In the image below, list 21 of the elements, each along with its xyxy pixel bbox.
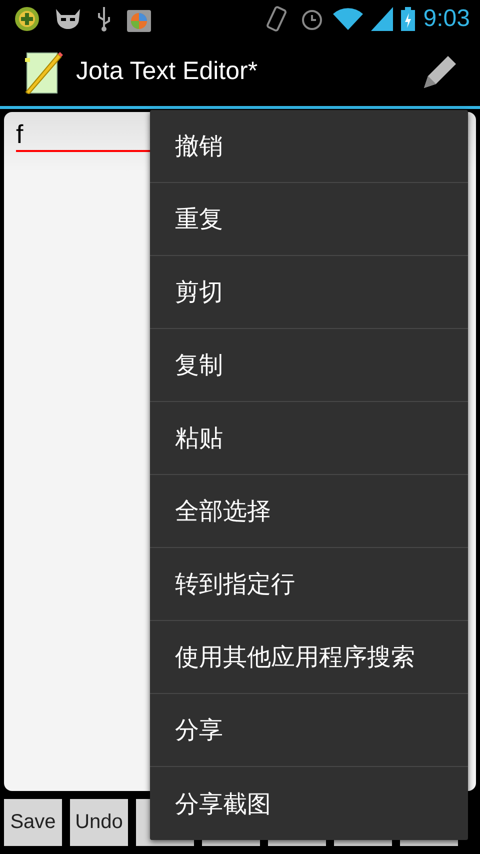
menu-item[interactable]: 全部选择 xyxy=(150,475,468,548)
notepad-pencil-icon xyxy=(22,50,64,94)
toolbar-button[interactable]: Undo xyxy=(70,799,128,846)
toolbar-button[interactable]: Save xyxy=(4,799,62,846)
menu-item[interactable]: 复制 xyxy=(150,329,468,402)
menu-item[interactable]: 剪切 xyxy=(150,256,468,329)
usb-icon xyxy=(96,6,112,32)
menu-item[interactable]: 重复 xyxy=(150,183,468,256)
menu-item[interactable]: 分享截图 xyxy=(150,767,468,840)
robot-head-icon xyxy=(54,6,82,31)
menu-item[interactable]: 分享 xyxy=(150,694,468,767)
menu-item[interactable]: 撤销 xyxy=(150,110,468,183)
menu-item[interactable]: 使用其他应用程序搜索 xyxy=(150,621,468,694)
clock-time: 9:03 xyxy=(423,4,470,33)
plus-badge-icon xyxy=(14,6,40,32)
wifi-icon xyxy=(333,6,364,31)
battery-icon xyxy=(401,6,416,31)
menu-item[interactable]: 转到指定行 xyxy=(150,548,468,621)
menu-item[interactable]: 粘贴 xyxy=(150,402,468,475)
signal-icon xyxy=(371,6,394,31)
app-title: Jota Text Editor* xyxy=(76,57,258,86)
